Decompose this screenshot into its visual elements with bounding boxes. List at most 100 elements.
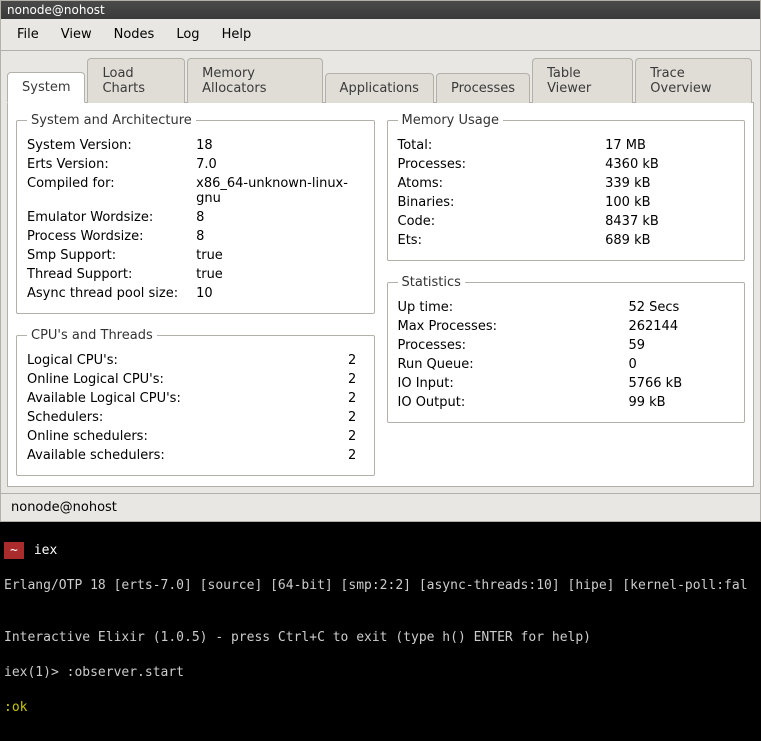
table-row: Binaries:100 kB xyxy=(398,193,735,212)
kv-value: 2 xyxy=(348,408,363,427)
table-row: Processes:4360 kB xyxy=(398,155,735,174)
terminal[interactable]: ~iex Erlang/OTP 18 [erts-7.0] [source] [… xyxy=(0,522,761,741)
kv-value: 8437 kB xyxy=(605,212,734,231)
kv-key: Processes: xyxy=(398,155,606,174)
kv-value: 339 kB xyxy=(605,174,734,193)
table-row: Async thread pool size:10 xyxy=(27,284,364,303)
tab-system-pane: System and Architecture System Version:1… xyxy=(7,102,754,487)
tab-trace-overview[interactable]: Trace Overview xyxy=(635,58,752,103)
kv-key: Up time: xyxy=(398,298,629,317)
kv-value: 10 xyxy=(196,284,363,303)
terminal-tabbar: ~iex xyxy=(4,542,757,560)
tab-applications[interactable]: Applications xyxy=(325,73,434,103)
kv-key: Processes: xyxy=(398,336,629,355)
menu-help[interactable]: Help xyxy=(212,23,262,46)
kv-value: true xyxy=(196,265,363,284)
menu-file[interactable]: File xyxy=(7,23,49,46)
left-column: System and Architecture System Version:1… xyxy=(16,113,375,476)
table-row: System Version:18 xyxy=(27,136,364,155)
kv-key: Thread Support: xyxy=(27,265,196,284)
tab-processes[interactable]: Processes xyxy=(436,73,530,103)
terminal-line: iex(1)> :observer.start xyxy=(4,664,757,682)
kv-value: 17 MB xyxy=(605,136,734,155)
table-row: Available schedulers:2 xyxy=(27,446,364,465)
kv-value: 5766 kB xyxy=(628,374,734,393)
menubar: File View Nodes Log Help xyxy=(1,19,760,51)
kv-key: IO Output: xyxy=(398,393,629,412)
kv-value: 2 xyxy=(348,370,363,389)
kv-value: 59 xyxy=(628,336,734,355)
kv-key: Max Processes: xyxy=(398,317,629,336)
table-row: Total:17 MB xyxy=(398,136,735,155)
kv-value: 4360 kB xyxy=(605,155,734,174)
menu-view[interactable]: View xyxy=(51,23,102,46)
kv-key: Available schedulers: xyxy=(27,446,348,465)
kv-key: Emulator Wordsize: xyxy=(27,208,196,227)
group-system-architecture-legend: System and Architecture xyxy=(27,113,196,128)
kv-value: 262144 xyxy=(628,317,734,336)
table-row: Smp Support:true xyxy=(27,246,364,265)
table-row: Up time:52 Secs xyxy=(398,298,735,317)
terminal-line: Erlang/OTP 18 [erts-7.0] [source] [64-bi… xyxy=(4,577,757,595)
tab-system[interactable]: System xyxy=(7,72,85,103)
tabbar: System Load Charts Memory Allocators App… xyxy=(1,51,760,102)
table-row: Logical CPU's:2 xyxy=(27,351,364,370)
terminal-line: Interactive Elixir (1.0.5) - press Ctrl+… xyxy=(4,629,757,647)
observer-window: nonode@nohost File View Nodes Log Help S… xyxy=(0,0,761,522)
table-row: Available Logical CPU's:2 xyxy=(27,389,364,408)
group-memory-usage-legend: Memory Usage xyxy=(398,113,504,128)
kv-key: Atoms: xyxy=(398,174,606,193)
kv-value: 52 Secs xyxy=(628,298,734,317)
table-row: Thread Support:true xyxy=(27,265,364,284)
tab-table-viewer[interactable]: Table Viewer xyxy=(532,58,633,103)
kv-key: IO Input: xyxy=(398,374,629,393)
kv-key: Erts Version: xyxy=(27,155,196,174)
table-row: Schedulers:2 xyxy=(27,408,364,427)
group-statistics: Statistics Up time:52 Secs Max Processes… xyxy=(387,275,746,423)
terminal-tab-iex[interactable]: iex xyxy=(28,542,63,560)
terminal-tab-home[interactable]: ~ xyxy=(4,542,24,560)
table-row: Ets:689 kB xyxy=(398,231,735,250)
kv-value: 18 xyxy=(196,136,363,155)
tab-load-charts[interactable]: Load Charts xyxy=(87,58,185,103)
kv-key: Async thread pool size: xyxy=(27,284,196,303)
kv-value: 8 xyxy=(196,227,363,246)
kv-key: Total: xyxy=(398,136,606,155)
table-row: Online schedulers:2 xyxy=(27,427,364,446)
kv-key: Logical CPU's: xyxy=(27,351,348,370)
kv-value: 689 kB xyxy=(605,231,734,250)
kv-value: x86_64-unknown-linux-gnu xyxy=(196,174,363,208)
kv-key: Available Logical CPU's: xyxy=(27,389,348,408)
kv-value: 2 xyxy=(348,389,363,408)
kv-key: Process Wordsize: xyxy=(27,227,196,246)
kv-value: true xyxy=(196,246,363,265)
table-row: Erts Version:7.0 xyxy=(27,155,364,174)
table-row: Run Queue:0 xyxy=(398,355,735,374)
group-cpus-threads-legend: CPU's and Threads xyxy=(27,328,157,343)
table-row: IO Input:5766 kB xyxy=(398,374,735,393)
kv-value: 0 xyxy=(628,355,734,374)
table-row: Atoms:339 kB xyxy=(398,174,735,193)
memory-usage-table: Total:17 MB Processes:4360 kB Atoms:339 … xyxy=(398,136,735,250)
group-cpus-threads: CPU's and Threads Logical CPU's:2 Online… xyxy=(16,328,375,476)
kv-value: 2 xyxy=(348,427,363,446)
table-row: Max Processes:262144 xyxy=(398,317,735,336)
table-row: Code:8437 kB xyxy=(398,212,735,231)
window-titlebar[interactable]: nonode@nohost xyxy=(1,1,760,19)
kv-key: Schedulers: xyxy=(27,408,348,427)
menu-log[interactable]: Log xyxy=(166,23,209,46)
table-row: Online Logical CPU's:2 xyxy=(27,370,364,389)
menu-nodes[interactable]: Nodes xyxy=(104,23,165,46)
tab-memory-allocators[interactable]: Memory Allocators xyxy=(187,58,322,103)
kv-value: 7.0 xyxy=(196,155,363,174)
kv-value: 2 xyxy=(348,351,363,370)
table-row: Compiled for:x86_64-unknown-linux-gnu xyxy=(27,174,364,208)
statusbar-text: nonode@nohost xyxy=(11,500,117,515)
system-architecture-table: System Version:18 Erts Version:7.0 Compi… xyxy=(27,136,364,303)
kv-key: Code: xyxy=(398,212,606,231)
group-system-architecture: System and Architecture System Version:1… xyxy=(16,113,375,314)
kv-key: Smp Support: xyxy=(27,246,196,265)
table-row: Emulator Wordsize:8 xyxy=(27,208,364,227)
table-row: Process Wordsize:8 xyxy=(27,227,364,246)
statusbar: nonode@nohost xyxy=(1,493,760,521)
